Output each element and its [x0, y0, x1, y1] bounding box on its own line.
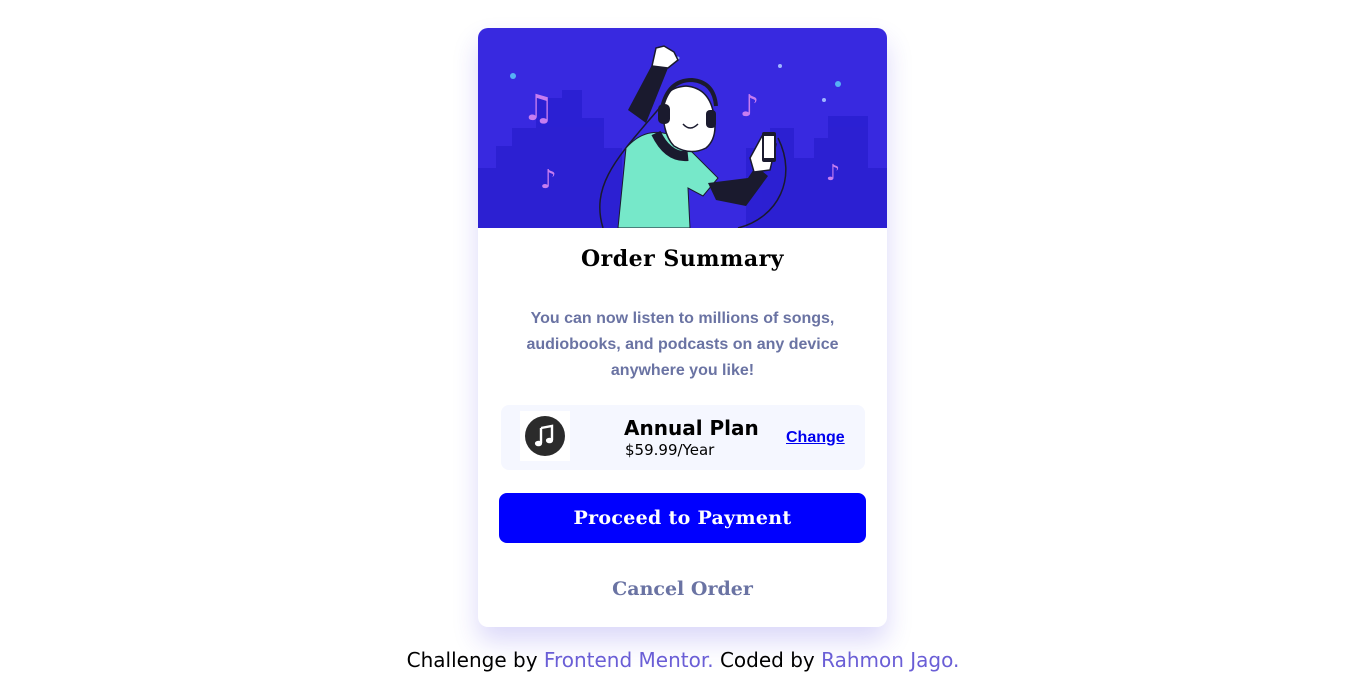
footer-prefix: Challenge by — [406, 648, 538, 672]
svg-text:♪: ♪ — [540, 165, 557, 195]
attribution-footer: Challenge by Frontend Mentor. Coded by R… — [0, 648, 1366, 672]
music-note-icon — [520, 411, 570, 461]
card-description: You can now listen to millions of songs,… — [526, 310, 839, 379]
svg-text:♫: ♫ — [522, 88, 554, 129]
plan-name: Annual Plan — [624, 416, 759, 440]
footer-middle: Coded by — [719, 648, 815, 672]
order-summary-card: ♫ ♪ ♪ ♪ Order Summary You can now listen… — [478, 28, 887, 627]
change-plan-link[interactable]: Change — [786, 429, 845, 447]
proceed-to-payment-button[interactable]: Proceed to Payment — [499, 493, 866, 543]
frontend-mentor-link[interactable]: Frontend Mentor. — [544, 648, 714, 672]
plan-summary: Annual Plan $59.99/Year Change — [501, 405, 865, 470]
plan-price: $59.99/Year — [625, 441, 715, 459]
page-title: Order Summary — [581, 246, 784, 272]
hero-illustration: ♫ ♪ ♪ ♪ — [478, 28, 887, 228]
svg-text:♪: ♪ — [826, 161, 840, 186]
cancel-order-button[interactable]: Cancel Order — [499, 572, 866, 606]
author-link[interactable]: Rahmon Jago. — [821, 648, 959, 672]
svg-text:♪: ♪ — [740, 89, 759, 124]
